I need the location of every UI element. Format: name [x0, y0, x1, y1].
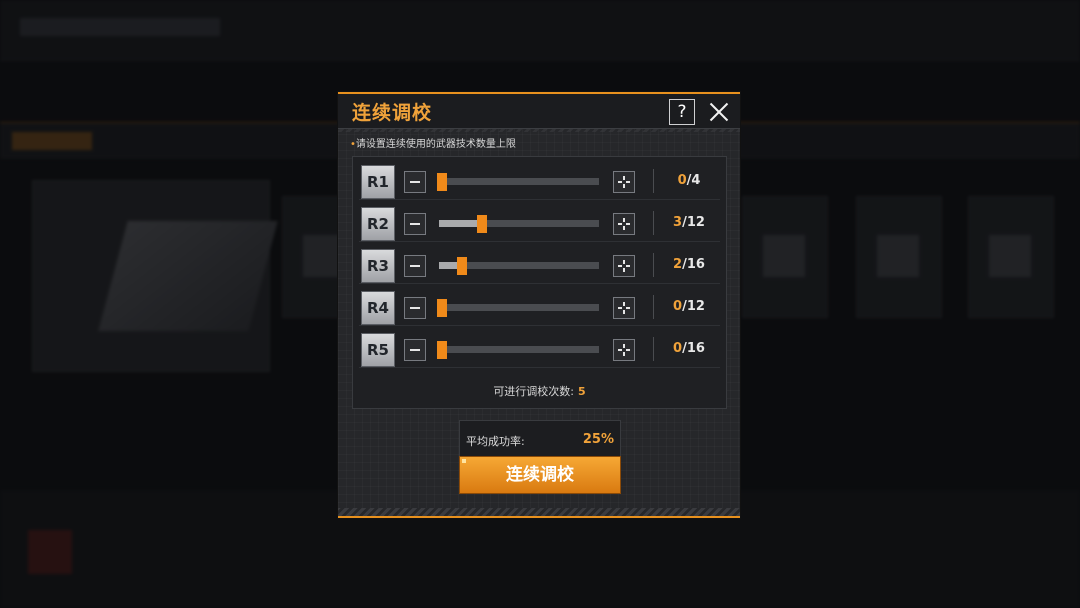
background-item-icon [28, 530, 72, 574]
slider-fill [439, 262, 459, 269]
tech-row: R4 0/12 [359, 289, 720, 326]
hint-text: 请设置连续使用的武器技术数量上限 [355, 139, 516, 150]
continuous-tuning-button-label: 连续调校 [506, 465, 574, 485]
minus-button[interactable] [404, 171, 426, 193]
dialog-header: 连续调校 ? [338, 94, 740, 132]
limit-count: 0/16 [659, 341, 719, 356]
limit-max: /12 [682, 299, 705, 314]
dialog-title: 连续调校 [352, 102, 433, 124]
tech-row: R1 0/4 [359, 163, 720, 200]
limit-count: 2/16 [659, 257, 719, 272]
limit-current: 0 [677, 173, 687, 188]
background-slot [856, 196, 942, 318]
slider-handle[interactable] [477, 215, 487, 233]
plus-button[interactable] [613, 171, 635, 193]
remaining-label: 可进行调校次数: [493, 385, 575, 398]
minus-button[interactable] [404, 339, 426, 361]
remaining-value: 5 [578, 385, 586, 398]
background-header-title [12, 132, 92, 150]
row-divider [653, 253, 654, 277]
rank-label: R5 [361, 333, 395, 367]
plus-button[interactable] [613, 255, 635, 277]
background-slot [742, 196, 828, 318]
rank-label: R4 [361, 291, 395, 325]
limit-count: 0/4 [659, 173, 719, 188]
row-divider [653, 211, 654, 235]
tech-row: R3 2/16 [359, 247, 720, 284]
limit-current: 0 [673, 299, 683, 314]
slider-handle[interactable] [437, 299, 447, 317]
plus-icon-center [622, 306, 626, 310]
tech-row: R2 3/12 [359, 205, 720, 242]
limit-current: 0 [673, 341, 683, 356]
plus-button[interactable] [613, 339, 635, 361]
minus-button[interactable] [404, 213, 426, 235]
limit-current: 2 [673, 257, 683, 272]
success-rate-panel: 平均成功率: 25% [459, 420, 621, 458]
minus-button[interactable] [404, 255, 426, 277]
remaining-count: 可进行调校次数: 5 [353, 383, 726, 399]
plus-button[interactable] [613, 213, 635, 235]
limit-count: 0/12 [659, 299, 719, 314]
success-rate-value: 25% [582, 432, 614, 447]
background-weapon-card [32, 180, 278, 372]
rank-label: R2 [361, 207, 395, 241]
row-divider [653, 337, 654, 361]
plus-icon-center [622, 264, 626, 268]
limit-max: /12 [682, 215, 705, 230]
limit-slider[interactable] [437, 341, 599, 359]
plus-button[interactable] [613, 297, 635, 319]
background-slot-icon [989, 235, 1031, 277]
limit-slider[interactable] [437, 299, 599, 317]
limit-max: /16 [682, 257, 705, 272]
dialog-bottom-strip [338, 508, 740, 518]
limit-count: 3/12 [659, 215, 719, 230]
row-divider [653, 295, 654, 319]
limit-slider[interactable] [439, 215, 599, 233]
tech-limit-list: R1 0/4 R2 3/12 R3 2/16 R4 0/12 R5 0/16 可进行调校次数: 5 [352, 156, 727, 409]
background-title [20, 18, 220, 36]
slider-handle[interactable] [437, 173, 447, 191]
minus-button[interactable] [404, 297, 426, 319]
background-slot-icon [877, 235, 919, 277]
plus-icon-center [622, 222, 626, 226]
background-weapon-image [98, 221, 278, 331]
rank-label: R3 [361, 249, 395, 283]
continuous-tuning-button[interactable]: 连续调校 [459, 456, 621, 494]
background-slot-icon [763, 235, 805, 277]
limit-current: 3 [673, 215, 683, 230]
dialog-hint: •请设置连续使用的武器技术数量上限 [350, 135, 516, 150]
slider-handle[interactable] [457, 257, 467, 275]
rank-label: R1 [361, 165, 395, 199]
row-divider [653, 169, 654, 193]
button-corner-mark [462, 459, 466, 463]
limit-slider[interactable] [439, 257, 599, 275]
success-rate-label: 平均成功率: [466, 435, 525, 448]
limit-slider[interactable] [437, 173, 599, 191]
limit-max: /16 [682, 341, 705, 356]
background-top-bar [0, 0, 1080, 61]
tech-row: R5 0/16 [359, 331, 720, 368]
slider-fill [439, 220, 479, 227]
close-icon[interactable] [706, 99, 732, 125]
limit-max: /4 [686, 173, 701, 188]
help-button[interactable]: ? [669, 99, 695, 125]
plus-icon-center [622, 348, 626, 352]
background-slot [968, 196, 1054, 318]
continuous-tuning-dialog: 连续调校 ? •请设置连续使用的武器技术数量上限 R1 0/4 R2 3/12 R3 2/… [338, 92, 740, 518]
slider-handle[interactable] [437, 341, 447, 359]
plus-icon-center [622, 180, 626, 184]
